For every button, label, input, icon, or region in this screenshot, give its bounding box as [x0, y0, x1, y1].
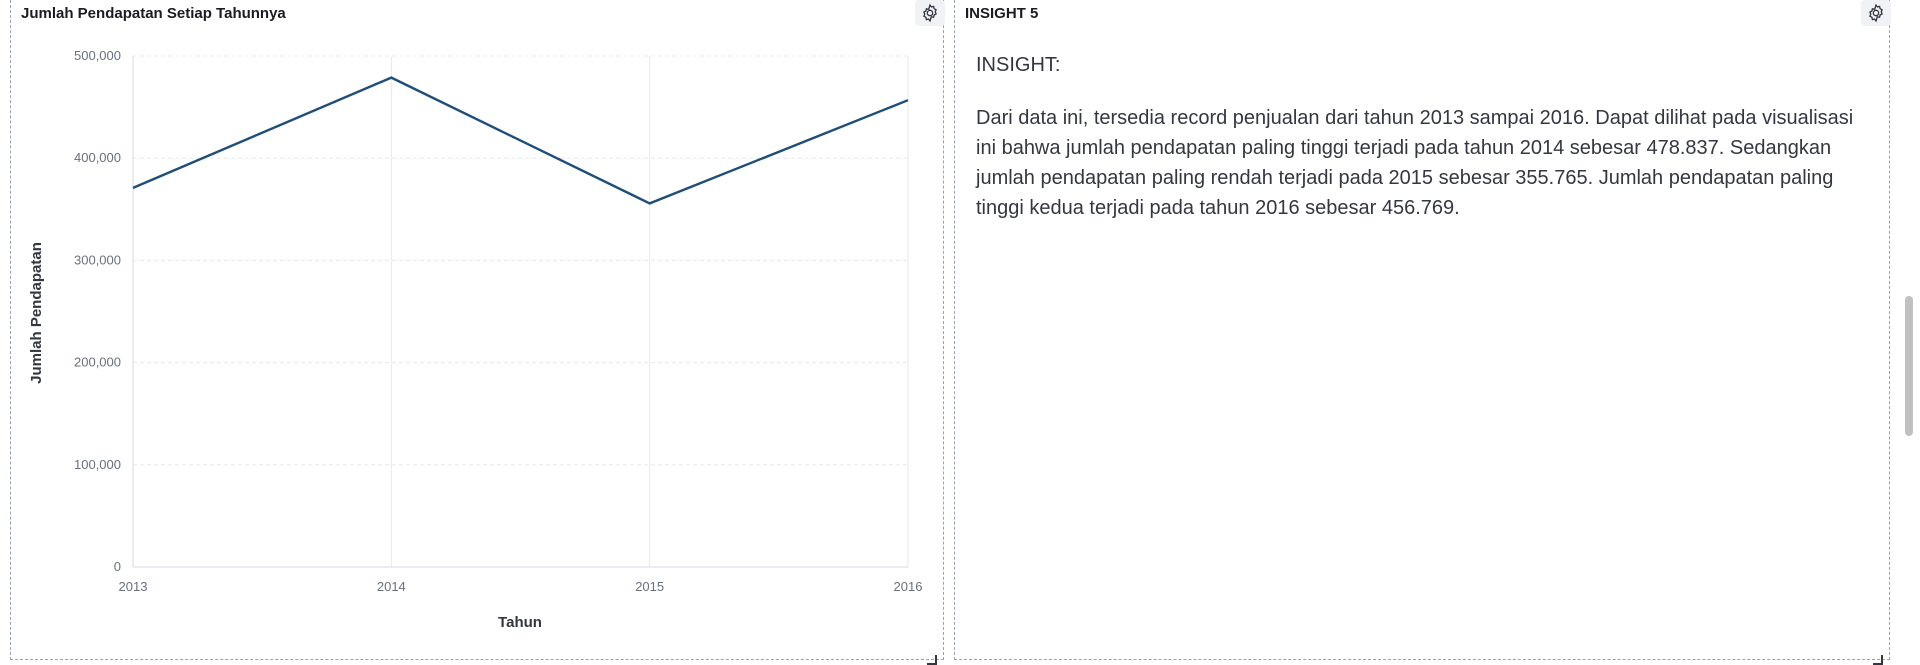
- scrollbar-thumb[interactable]: [1905, 296, 1913, 436]
- y-tick-label: 300,000: [74, 252, 121, 267]
- y-tick-label: 100,000: [74, 457, 121, 472]
- insight-resize-handle[interactable]: [1873, 655, 1883, 665]
- data-point: [906, 98, 910, 102]
- insight-settings-button[interactable]: [1861, 0, 1891, 26]
- chart-panel: Jumlah Pendapatan Setiap Tahunnya 0 100,0…: [10, 0, 945, 665]
- page-scrollbar[interactable]: [1898, 0, 1920, 650]
- data-point: [389, 76, 393, 80]
- x-tick-label: 2013: [119, 579, 148, 594]
- gear-icon: [1869, 3, 1883, 23]
- x-axis-title: Tahun: [498, 614, 542, 631]
- line-chart: 0 100,000 200,000 300,000 400,000 500,000 2013…: [28, 48, 923, 631]
- data-point: [131, 186, 135, 190]
- x-tick-label: 2016: [894, 579, 923, 594]
- insight-panel-title: INSIGHT 5: [965, 5, 1039, 22]
- insight-panel: INSIGHT 5 INSIGHT: Dari data ini, tersed…: [954, 0, 1891, 665]
- x-tick-label: 2014: [377, 579, 406, 594]
- y-axis-title: Jumlah Pendapatan: [28, 242, 45, 384]
- y-tick-label: 200,000: [74, 355, 121, 370]
- y-tick-label: 500,000: [74, 48, 121, 63]
- insight-body: Dari data ini, tersedia record penjualan…: [976, 107, 1854, 219]
- chart-resize-handle[interactable]: [927, 655, 937, 665]
- x-tick-label: 2015: [635, 579, 664, 594]
- series-line: [132, 76, 909, 205]
- insight-heading: INSIGHT:: [976, 54, 1061, 76]
- y-tick-label: 0: [114, 559, 121, 574]
- data-point: [648, 201, 652, 205]
- y-tick-label: 400,000: [74, 150, 121, 165]
- insight-content: INSIGHT: Dari data ini, tersedia record …: [976, 50, 1873, 246]
